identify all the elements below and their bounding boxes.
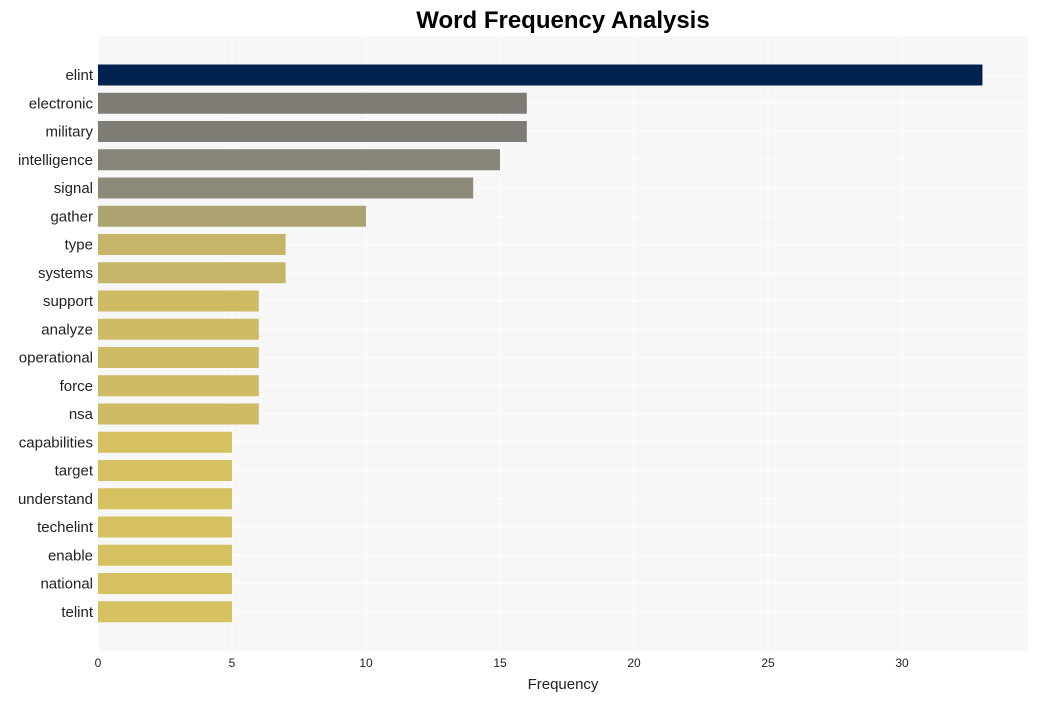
y-tick-label: capabilities [19,434,93,451]
x-tick-labels: 0 5 10 15 20 25 30 [95,656,909,670]
x-axis-label: Frequency [528,676,599,693]
bar-operational [98,347,259,368]
y-tick-label: intelligence [18,152,93,169]
y-tick-label: elint [65,67,93,84]
bar-nsa [98,403,259,425]
y-tick-label: force [60,378,93,395]
y-tick-label: techelint [37,519,94,536]
x-tick-label: 10 [359,656,373,670]
bar-understand [98,488,233,510]
y-tick-label: national [40,576,93,593]
bar-telint [98,601,233,623]
word-frequency-chart: elint electronic military intelligence signa… [18,7,1028,693]
bar-capabilities [98,431,233,453]
y-tick-label: electronic [29,95,94,112]
bar-analyze [98,318,259,340]
y-tick-label: support [43,293,94,310]
bar-force [98,375,259,397]
y-tick-labels: elint electronic military intelligence signa… [18,67,94,621]
y-tick-label: target [55,463,94,480]
bar-techelint [98,516,233,538]
y-tick-label: gather [50,208,93,225]
bar-elint [98,64,983,86]
y-tick-label: analyze [41,321,93,338]
y-tick-label: systems [38,265,93,282]
bar-national [98,573,233,594]
y-tick-label: military [46,124,94,141]
bar-signal [98,177,474,199]
bar-electronic [98,92,527,114]
bar-type [98,234,286,255]
y-tick-label: signal [54,180,93,197]
bar-intelligence [98,149,501,171]
bar-systems [98,262,286,284]
x-tick-label: 15 [493,656,507,670]
bar-military [98,121,527,142]
x-tick-label: 20 [627,656,641,670]
y-tick-label: operational [19,350,93,367]
chart-title: Word Frequency Analysis [416,7,709,34]
bar-support [98,290,259,312]
y-tick-label: understand [18,491,93,508]
x-tick-label: 30 [895,656,909,670]
bar-enable [98,544,233,566]
y-tick-label: type [65,237,93,254]
bar-target [98,460,233,481]
bar-gather [98,205,367,227]
y-tick-label: nsa [69,406,94,423]
x-tick-label: 0 [95,656,102,670]
y-tick-label: enable [48,547,93,564]
x-tick-label: 5 [229,656,236,670]
x-tick-label: 25 [761,656,775,670]
y-tick-label: telint [61,604,94,621]
